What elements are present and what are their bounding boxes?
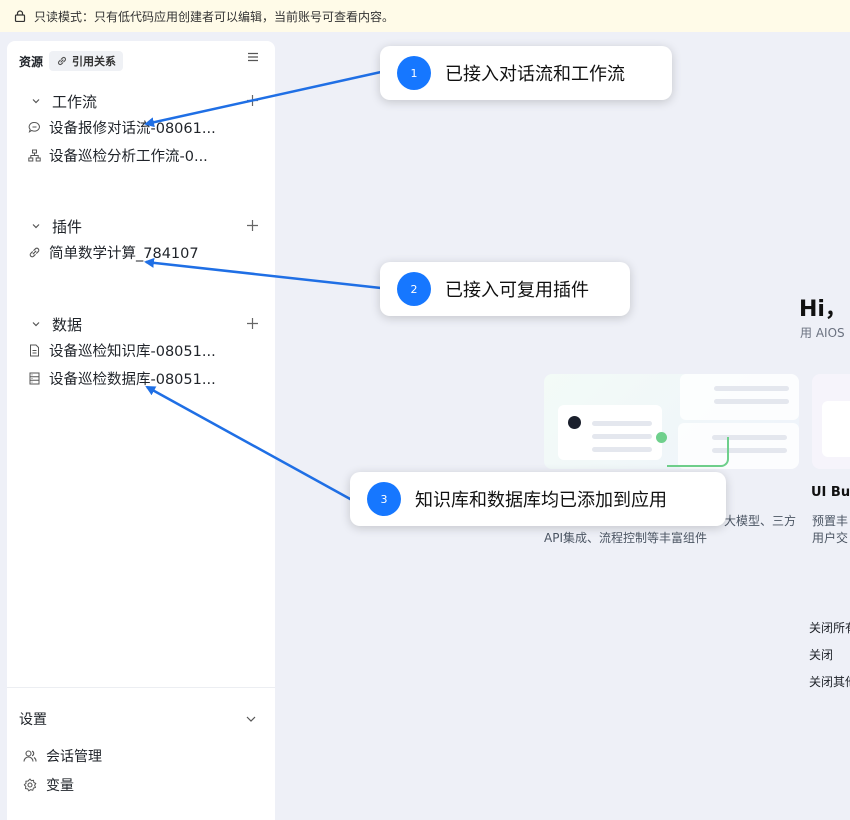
annotation-callout-1: 1 已接入对话流和工作流: [380, 46, 672, 100]
arrow-1: [144, 70, 382, 128]
arrow-3: [145, 385, 353, 502]
callout-number: 2: [397, 272, 431, 306]
annotation-arrows: [144, 70, 382, 502]
callout-number: 3: [367, 482, 401, 516]
annotation-callout-2: 2 已接入可复用插件: [380, 262, 630, 316]
callout-text: 已接入可复用插件: [445, 280, 589, 301]
callout-text: 已接入对话流和工作流: [445, 64, 625, 85]
callout-text: 知识库和数据库均已添加到应用: [415, 490, 667, 511]
callout-number: 1: [397, 56, 431, 90]
arrow-2: [144, 257, 382, 290]
annotation-callout-3: 3 知识库和数据库均已添加到应用: [350, 472, 726, 526]
